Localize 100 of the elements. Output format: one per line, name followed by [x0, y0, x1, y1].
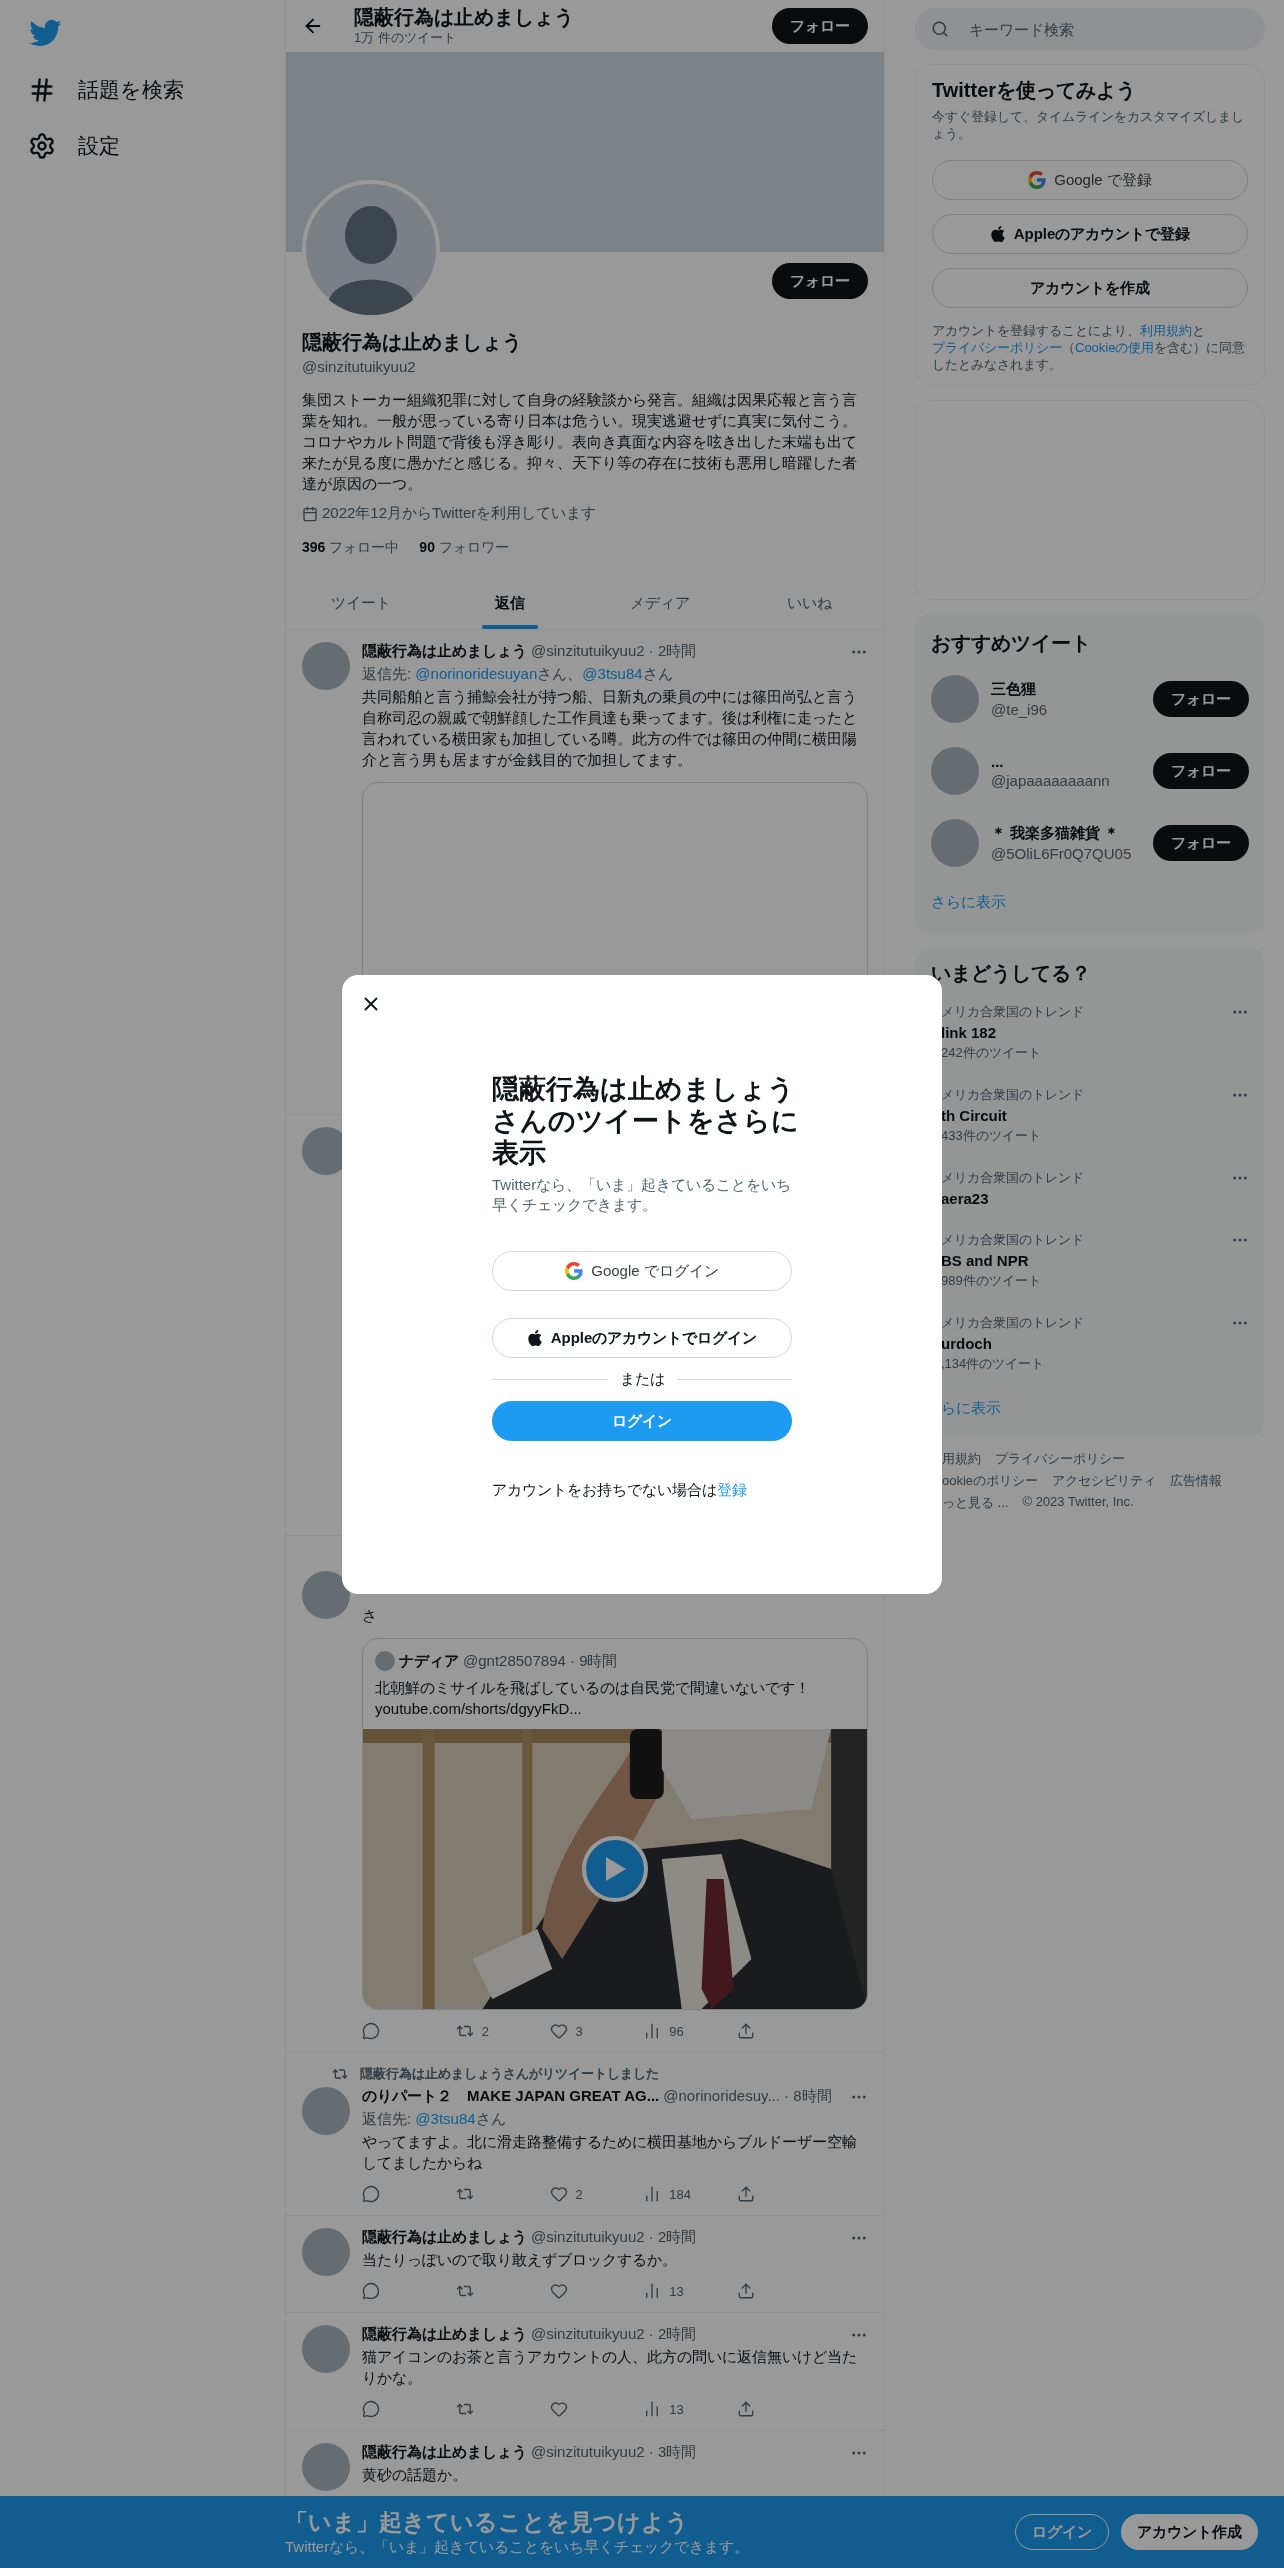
tweet-text: やってますよ。北に滑走路整備するために横田基地からブルドーザー空輸してましたからね: [362, 2132, 858, 2173]
heart-icon[interactable]: [549, 2282, 568, 2300]
avatar: [375, 1651, 395, 1671]
link[interactable]: youtube.com/shorts/dgyyFkD...: [375, 1698, 855, 1719]
search-field[interactable]: キーワード検索: [915, 8, 1265, 50]
user-name[interactable]: 三色狸: [991, 680, 1141, 699]
google-signin-button[interactable]: Google でログイン: [492, 1251, 792, 1291]
page-title: 隠蔽行為は止めましょう: [354, 5, 575, 29]
tweet-meta: @sinzitutuikyuu2 · 2時間: [531, 642, 698, 661]
trend-topic[interactable]: th Circuit: [941, 1107, 1231, 1124]
signup-button[interactable]: アカウント作成: [1121, 2514, 1258, 2550]
action-count: 2: [481, 2023, 489, 2039]
footer-link[interactable]: © 2023 Twitter, Inc.: [1022, 1494, 1134, 1512]
follow-button[interactable]: フォロー: [1153, 753, 1249, 789]
author-name: ナディア: [399, 1651, 459, 1671]
action-count: 13: [669, 2283, 684, 2299]
reply-icon[interactable]: [362, 2400, 380, 2418]
trend-topic[interactable]: BS and NPR: [941, 1252, 1231, 1269]
followers-count[interactable]: 90 フォロワー: [419, 539, 509, 557]
reply-icon[interactable]: [362, 2185, 380, 2203]
user-handle: @japaaaaaaaann: [991, 772, 1111, 789]
calendar-icon: [302, 505, 318, 522]
trend-context: メリカ合衆国のトレンド: [941, 1314, 1085, 1332]
footer-link[interactable]: アクセシビリティ: [1052, 1472, 1157, 1490]
author-name[interactable]: 隠蔽行為は止めましょう: [362, 2443, 527, 2462]
user-name[interactable]: ＊ 我楽多猫雑貨 ＊: [991, 824, 1141, 843]
footer-link[interactable]: プライバシーポリシー: [995, 1450, 1125, 1468]
profile-tab[interactable]: ツイート: [286, 577, 436, 629]
trend-count: ,134件のツイート: [941, 1355, 1046, 1373]
dialog-subtitle: Twitterなら、「いま」起きていることをいち早くチェックできます。: [492, 1175, 792, 1215]
banner-subtitle: Twitterなら、「いま」起きていることをいち早くチェックできます。: [285, 2538, 751, 2557]
action-count: 13: [669, 2401, 684, 2417]
divider-label: または: [619, 1370, 665, 1389]
footer-link[interactable]: ookieのポリシー: [942, 1472, 1039, 1490]
profile-tab[interactable]: メディア: [585, 577, 735, 629]
tweet-meta: @gnt28507894 · 9時間: [463, 1651, 619, 1671]
apple-icon: [526, 1329, 543, 1347]
share-icon[interactable]: [737, 2022, 755, 2040]
heart-icon[interactable]: [549, 2185, 568, 2203]
quote-card[interactable]: ナディア @gnt28507894 · 9時間 北朝鮮のミサイルを飛ばしているのは自民党で間違いないです！ youtube.com/shorts/dgyyFkD...: [362, 1638, 868, 2010]
user-handle: @te_i96: [991, 701, 1049, 718]
avatar[interactable]: [302, 1571, 350, 1619]
card-title: おすすめツイート: [931, 631, 1092, 656]
tweet-meta: @sinzitutuikyuu2 · 3時間: [531, 2443, 698, 2462]
footer-link[interactable]: っと見る ...: [942, 1494, 1009, 1512]
nav-item[interactable]: 話題を検索: [28, 62, 285, 114]
footer-link[interactable]: 用規約: [942, 1450, 981, 1468]
trend-context: メリカ合衆国のトレンド: [941, 1003, 1085, 1021]
trend-count: 433件のツイート: [941, 1127, 1042, 1145]
author-name[interactable]: 隠蔽行為は止めましょう: [362, 2228, 527, 2247]
tweet-text: 黄砂の話題か。: [362, 2465, 468, 2485]
tweet-text: 猫アイコンのお茶と言うアカウントの人、此方の問いに返信無いけど当たりかな。: [362, 2347, 858, 2388]
profile-avatar[interactable]: [302, 180, 440, 318]
trend-context: メリカ合衆国のトレンド: [941, 1231, 1085, 1249]
author-name[interactable]: 隠蔽行為は止めましょう: [362, 642, 527, 661]
heart-icon[interactable]: [549, 2022, 568, 2040]
signup-prompt: アカウントをお持ちでない場合は登録: [492, 1481, 748, 1500]
share-icon[interactable]: [737, 2282, 755, 2300]
author-name[interactable]: 隠蔽行為は止めましょう: [362, 2325, 527, 2344]
create-account-button[interactable]: アカウントを作成: [932, 268, 1248, 308]
trend-count: 242件のツイート: [941, 1044, 1042, 1062]
tweet-meta: @sinzitutuikyuu2 · 2時間: [531, 2228, 698, 2247]
tweet-text: 共同船舶と言う捕鯨会社が持つ船、日新丸の乗員の中には篠田尚弘と言う自称司忍の親戚で朝鮮顔した工作員達も乗ってます。後は利権に走ったと言われている横田家も加担している噂。此方の件では篠田の仲間に横田陽介と言う男も居ますが金銭目的で加担してます。: [362, 687, 858, 770]
follow-button[interactable]: フォロー: [772, 263, 868, 299]
nav-item[interactable]: 設定: [28, 118, 285, 170]
tweet-meta: @sinzitutuikyuu2 · 2時間: [531, 2325, 698, 2344]
author-name[interactable]: のりパート２ MAKE JAPAN GREAT AG...: [362, 2087, 660, 2106]
reply-icon[interactable]: [362, 2282, 380, 2300]
follow-button[interactable]: フォロー: [772, 8, 868, 44]
user-name[interactable]: ...: [991, 753, 1141, 770]
trend-topic[interactable]: urdoch: [941, 1335, 1231, 1352]
card-title: いまどうしてる？: [931, 961, 1092, 986]
apple-signin-button[interactable]: Appleのアカウントでログイン: [492, 1318, 792, 1358]
reply-line: 返信先: @3tsu84さん: [362, 2109, 507, 2129]
action-count: 96: [669, 2023, 684, 2039]
following-count[interactable]: 396 フォロー中: [302, 539, 400, 557]
share-icon[interactable]: [737, 2185, 755, 2203]
heart-icon[interactable]: [549, 2400, 568, 2418]
action-count: 3: [575, 2023, 583, 2039]
profile-tab[interactable]: いいね: [734, 577, 884, 629]
retweet-icon: [332, 2066, 348, 2082]
apple-icon: [989, 225, 1006, 243]
follow-button[interactable]: フォロー: [1153, 825, 1249, 861]
action-count: 184: [669, 2186, 691, 2202]
trend-count: 989件のツイート: [941, 1272, 1042, 1290]
footer-link[interactable]: 広告情報: [1170, 1472, 1223, 1490]
reply-icon[interactable]: [362, 2022, 380, 2040]
apple-signin-button[interactable]: Appleのアカウントで登録: [932, 214, 1248, 254]
tweet-count: 1万 件のツイート: [354, 29, 457, 47]
follow-button[interactable]: フォロー: [1153, 681, 1249, 717]
trend-topic[interactable]: link 182: [941, 1024, 1231, 1041]
tweet-text: 北朝鮮のミサイルを飛ばしているのは自民党で間違いないです！: [375, 1678, 811, 1698]
tweet-text: さ: [362, 1606, 378, 1626]
settings-icon: [28, 132, 56, 160]
profile-tab[interactable]: 返信: [435, 577, 585, 629]
google-signin-button[interactable]: Google で登録: [932, 160, 1248, 200]
share-icon[interactable]: [737, 2400, 755, 2418]
trend-topic[interactable]: aera23: [941, 1190, 1231, 1207]
terms-text: アカウントを登録することにより、利用規約 と プライバシーポリシー（Cookieの使用を含む）に同意したとみなされます。: [932, 322, 1247, 373]
reply-line: 返信先: @norinoridesuyanさん、@3tsu84さん: [362, 664, 674, 684]
